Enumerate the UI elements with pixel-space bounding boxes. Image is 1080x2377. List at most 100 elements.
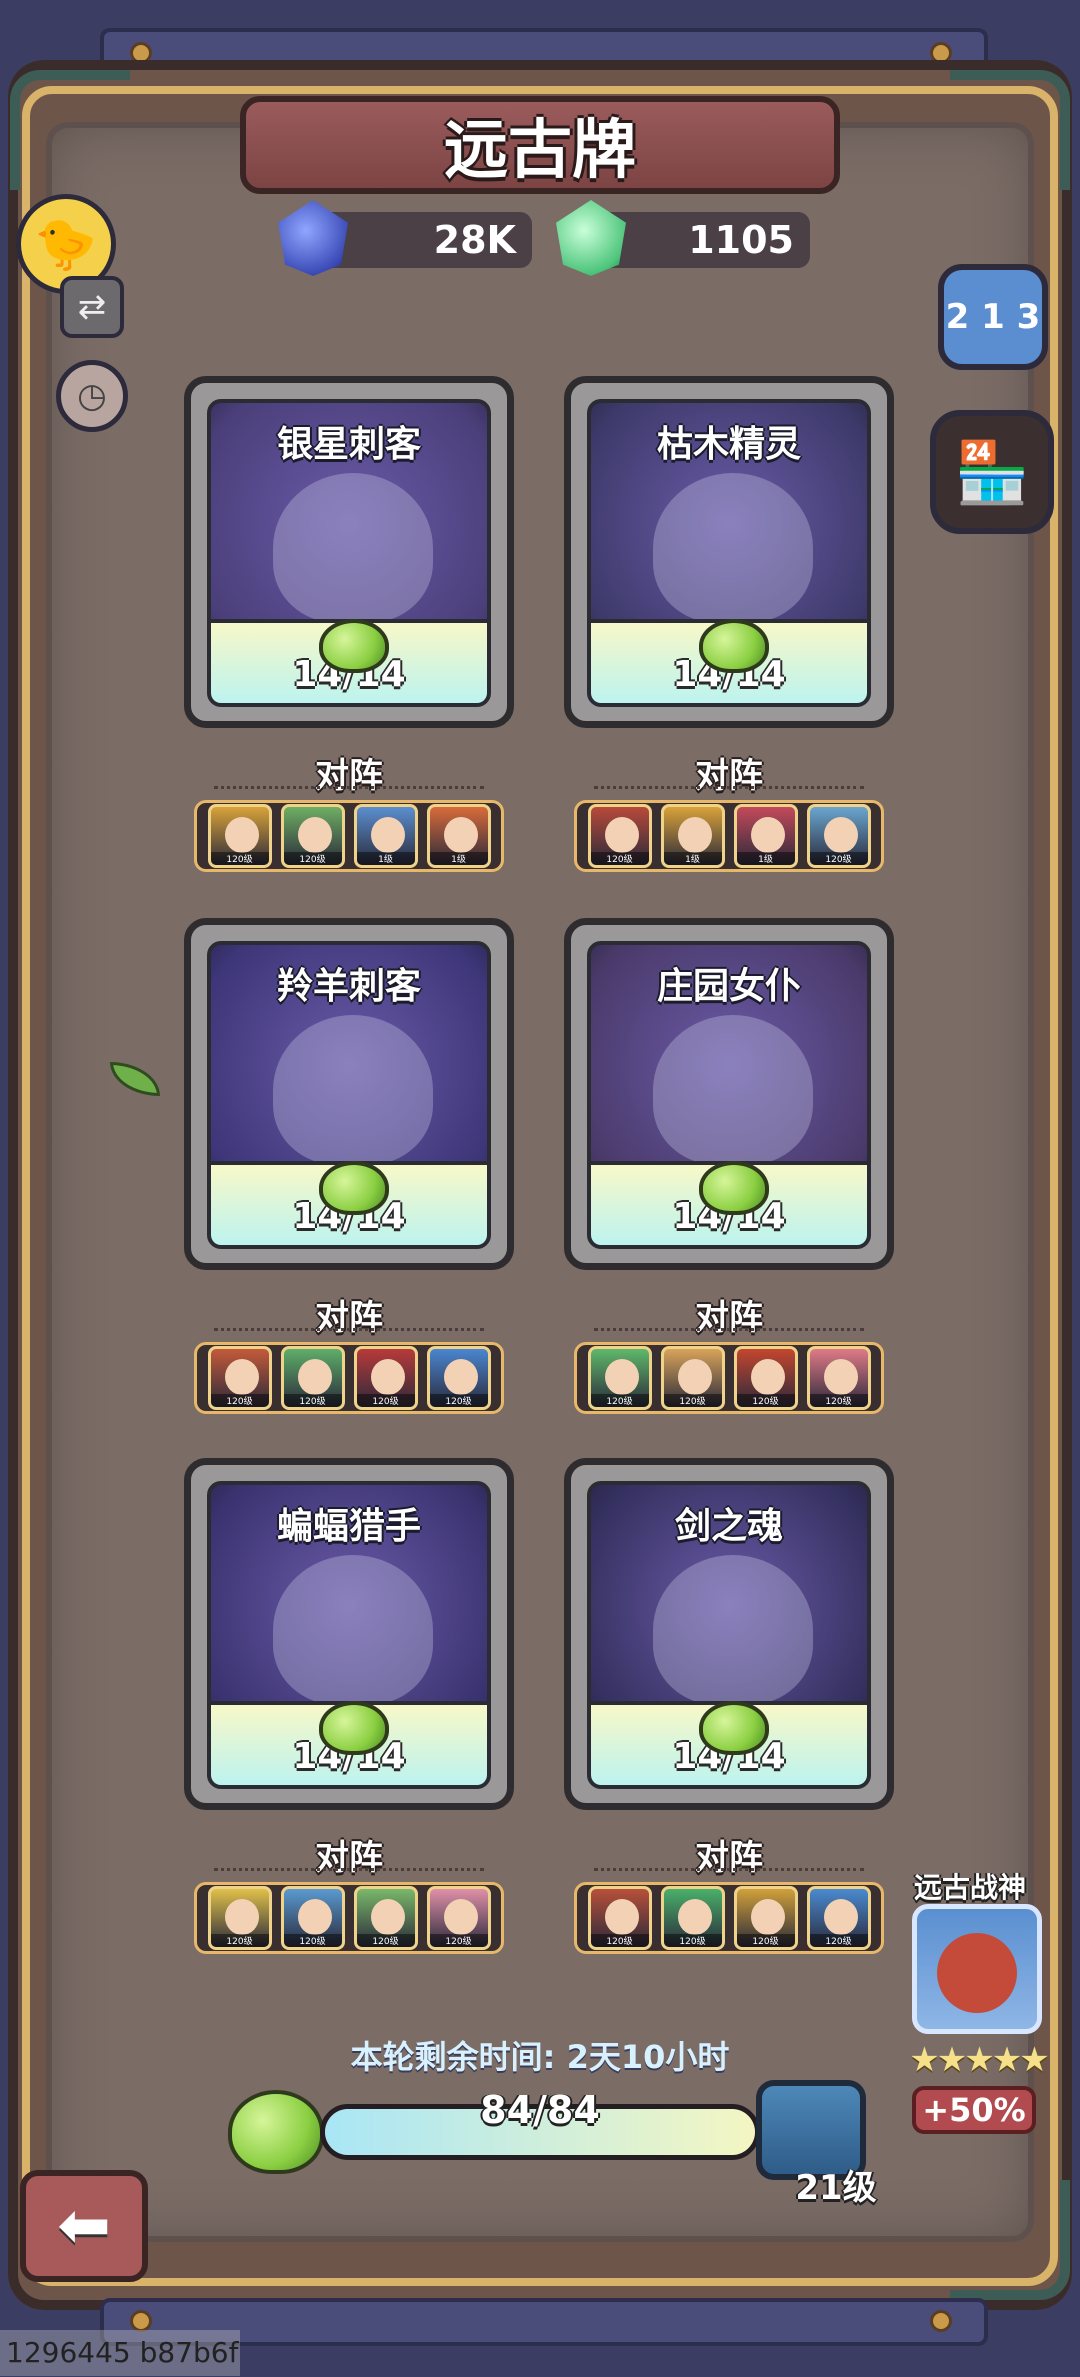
- lineup-label: 对阵: [315, 756, 383, 796]
- hero-face: [604, 1359, 639, 1395]
- hero-card[interactable]: 庄园女仆 14/14: [564, 918, 894, 1270]
- hero-face: [677, 1359, 712, 1395]
- history-button[interactable]: ◷: [56, 360, 128, 432]
- hero-face: [823, 1899, 858, 1935]
- lineup-divider: [594, 1328, 864, 1331]
- opponent-hero-portrait[interactable]: 1级: [660, 804, 725, 868]
- opponent-lineup[interactable]: 120级 120级 1级 1级: [194, 800, 504, 872]
- bean-icon: [319, 1701, 389, 1755]
- opponent-hero-portrait[interactable]: 120级: [353, 1346, 418, 1410]
- hero-level: 120级: [663, 1394, 722, 1407]
- ranking-button[interactable]: 2 1 3: [938, 264, 1048, 370]
- opponent-hero-portrait[interactable]: 120级: [660, 1346, 725, 1410]
- card-name: 羚羊刺客: [276, 966, 421, 1007]
- hero-card[interactable]: 蝙蝠猎手 14/14: [184, 1458, 514, 1810]
- opponent-lineup[interactable]: 120级 120级 120级 120级: [574, 1882, 884, 1954]
- card-name: 庄园女仆: [656, 966, 801, 1007]
- bean-icon: [699, 1701, 769, 1755]
- hero-level: 120级: [590, 1934, 649, 1947]
- opponent-hero-portrait[interactable]: 120级: [280, 804, 345, 868]
- card-character: [273, 473, 433, 623]
- corner-ornament-bottom-right: [950, 2180, 1070, 2300]
- bean-icon: [699, 619, 769, 673]
- title-banner: 远古牌: [240, 96, 840, 194]
- war-god-portrait[interactable]: [912, 1904, 1042, 2034]
- opponent-hero-portrait[interactable]: 120级: [587, 1346, 652, 1410]
- opponent-hero-portrait[interactable]: 120级: [587, 804, 652, 868]
- opponent-lineup[interactable]: 120级 120级 120级 120级: [194, 1342, 504, 1414]
- opponent-hero-portrait[interactable]: 120级: [280, 1346, 345, 1410]
- opponent-hero-portrait[interactable]: 120级: [587, 1886, 652, 1950]
- hero-level: 1级: [663, 852, 722, 865]
- opponent-hero-portrait[interactable]: 120级: [806, 804, 871, 868]
- opponent-hero-portrait[interactable]: 120级: [280, 1886, 345, 1950]
- lineup-divider: [594, 1868, 864, 1871]
- hero-level: 120级: [429, 1394, 488, 1407]
- opponent-hero-portrait[interactable]: 120级: [426, 1346, 491, 1410]
- opponent-hero-portrait[interactable]: 120级: [806, 1886, 871, 1950]
- opponent-lineup[interactable]: 120级 120级 120级 120级: [574, 1342, 884, 1414]
- opponent-hero-portrait[interactable]: 120级: [733, 1346, 798, 1410]
- lineup-divider: [214, 1328, 484, 1331]
- card-name: 剑之魂: [674, 1506, 783, 1547]
- podium-ranking-icon: 2 1 3: [945, 297, 1041, 337]
- hero-face: [224, 1899, 259, 1935]
- lineup-label: 对阵: [315, 1838, 383, 1878]
- war-god-bonus: +50%: [912, 2086, 1036, 2134]
- rivet: [930, 2310, 952, 2332]
- hero-face: [297, 817, 332, 853]
- progress-text: 84/84: [480, 2088, 600, 2132]
- opponent-hero-portrait[interactable]: 120级: [207, 1346, 272, 1410]
- hero-level: 120级: [590, 852, 649, 865]
- card-character: [653, 473, 813, 623]
- hero-face: [370, 1899, 405, 1935]
- hero-level: 120级: [590, 1394, 649, 1407]
- hero-level: 120级: [356, 1934, 415, 1947]
- opponent-hero-portrait[interactable]: 1级: [426, 804, 491, 868]
- corner-ornament-top-left: [10, 70, 130, 190]
- hero-level: 120级: [663, 1934, 722, 1947]
- hero-level: 120级: [283, 1394, 342, 1407]
- shop-stall-icon: 🏪: [954, 437, 1030, 508]
- hero-card[interactable]: 银星刺客 14/14: [184, 376, 514, 728]
- opponent-hero-portrait[interactable]: 120级: [806, 1346, 871, 1410]
- opponent-lineup[interactable]: 120级 120级 120级 120级: [194, 1882, 504, 1954]
- opponent-hero-portrait[interactable]: 120级: [353, 1886, 418, 1950]
- opponent-hero-portrait[interactable]: 120级: [660, 1886, 725, 1950]
- opponent-hero-portrait[interactable]: 120级: [426, 1886, 491, 1950]
- hero-face: [297, 1359, 332, 1395]
- bean-icon: [319, 619, 389, 673]
- hero-level: 120级: [210, 852, 269, 865]
- shop-button[interactable]: 🏪: [930, 410, 1054, 534]
- hero-face: [604, 1899, 639, 1935]
- hero-card[interactable]: 枯木精灵 14/14: [564, 376, 894, 728]
- back-button[interactable]: ⬅: [20, 2170, 148, 2282]
- hero-level: 120级: [736, 1934, 795, 1947]
- hero-face: [750, 1359, 785, 1395]
- hero-card[interactable]: 羚羊刺客 14/14: [184, 918, 514, 1270]
- opponent-hero-portrait[interactable]: 1级: [733, 804, 798, 868]
- hero-face: [224, 1359, 259, 1395]
- opponent-hero-portrait[interactable]: 120级: [207, 804, 272, 868]
- swap-button[interactable]: ⇄: [60, 276, 124, 338]
- card-character: [653, 1555, 813, 1705]
- opponent-lineup[interactable]: 120级 1级 1级 120级: [574, 800, 884, 872]
- hero-level: 120级: [283, 1934, 342, 1947]
- lineup-label: 对阵: [695, 756, 763, 796]
- hero-level: 1级: [736, 852, 795, 865]
- footer-id: 1296445 b87b6f: [0, 2330, 240, 2376]
- hero-level: 1级: [429, 852, 488, 865]
- opponent-hero-portrait[interactable]: 1级: [353, 804, 418, 868]
- minotaur-face: [937, 1933, 1017, 2013]
- lineup-label: 对阵: [695, 1838, 763, 1878]
- opponent-hero-portrait[interactable]: 120级: [207, 1886, 272, 1950]
- card-name: 银星刺客: [276, 424, 421, 465]
- hero-level: 120级: [429, 1934, 488, 1947]
- hero-card[interactable]: 剑之魂 14/14: [564, 1458, 894, 1810]
- currency-green-amount: 1105: [688, 218, 794, 262]
- bean-icon: [319, 1161, 389, 1215]
- duck-avatar-icon: 🐤: [34, 214, 98, 273]
- hero-face: [823, 1359, 858, 1395]
- opponent-hero-portrait[interactable]: 120级: [733, 1886, 798, 1950]
- hero-face: [750, 817, 785, 853]
